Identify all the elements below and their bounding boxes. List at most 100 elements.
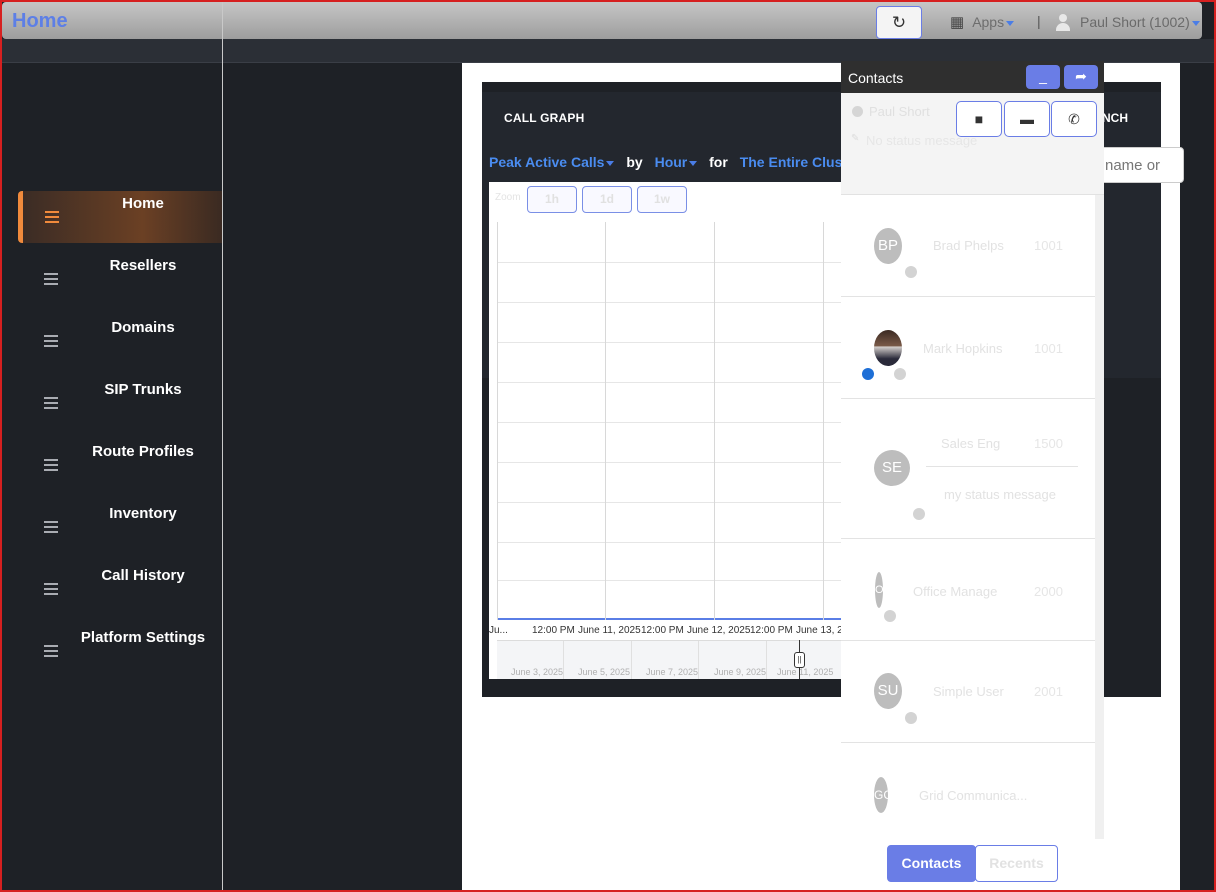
interval-select[interactable]: Hour <box>655 154 698 170</box>
contacts-footer: Contacts Recents <box>841 839 1104 890</box>
presence-dot <box>905 712 917 724</box>
navigator-label: June 3, 2025 <box>511 667 564 677</box>
list-item[interactable]: SE Sales Eng 1500 my status message <box>841 399 1095 539</box>
grid-line <box>497 382 841 383</box>
grid-line <box>497 342 841 343</box>
x-axis-label: 12:00 PM <box>750 625 793 636</box>
x-axis-label: June 11, 2025 <box>578 625 641 636</box>
menu-icon <box>44 583 58 595</box>
grid-line <box>497 502 841 503</box>
launch-label[interactable]: NCH <box>1102 111 1128 125</box>
user-menu[interactable]: Paul Short (1002) <box>1054 13 1200 31</box>
avatar <box>874 330 902 366</box>
search-input[interactable]: name or <box>1098 147 1184 183</box>
presence-dot <box>852 106 863 117</box>
for-label: for <box>709 154 728 170</box>
sidebar-item-platform-settings[interactable]: Platform Settings <box>18 625 222 677</box>
chat-button[interactable]: ▬ <box>1004 101 1050 137</box>
zoom-1d-button[interactable]: 1d <box>582 186 632 213</box>
presence-dot <box>894 368 906 380</box>
grid-line <box>714 222 715 620</box>
menu-icon <box>44 397 58 409</box>
navigator-label: June 7, 2025 <box>646 667 699 677</box>
list-item[interactable]: BP Brad Phelps 1001 <box>841 195 1095 297</box>
user-icon <box>1054 13 1072 31</box>
x-axis-label: 12:00 PM <box>532 625 575 636</box>
sidebar-item-home[interactable]: Home <box>18 191 222 243</box>
sidebar-item-label: Platform Settings <box>80 629 206 646</box>
sidebar-item-label: Home <box>122 195 164 212</box>
apps-label[interactable]: Apps <box>972 14 1015 30</box>
sidebar-item-route-profiles[interactable]: Route Profiles <box>18 439 222 491</box>
navigator-tick <box>698 641 699 679</box>
zoom-1w-button[interactable]: 1w <box>637 186 687 213</box>
user-label[interactable]: Paul Short (1002) <box>1080 14 1200 30</box>
presence-dot <box>862 368 874 380</box>
tab-recents[interactable]: Recents <box>975 845 1058 882</box>
call-graph-plot: Zoom 1h 1d 1w Ju... 12:00 PM June 11, 20… <box>489 182 841 679</box>
call-graph-title: CALL GRAPH <box>504 111 585 125</box>
sidebar-item-call-history[interactable]: Call History <box>18 563 222 615</box>
contact-name: Sales Eng <box>941 436 1001 451</box>
menu-icon <box>44 645 58 657</box>
sidebar-item-inventory[interactable]: Inventory <box>18 501 222 553</box>
navigator-tick <box>563 641 564 679</box>
navigator-tick <box>631 641 632 679</box>
sidebar-item-label: Domains <box>111 319 175 336</box>
menu-icon <box>45 211 59 223</box>
list-item[interactable]: GC Grid Communica... <box>841 743 1095 839</box>
metric-select[interactable]: Peak Active Calls <box>489 154 615 170</box>
chevron-down-icon <box>689 160 698 166</box>
contact-extension: 1001 <box>1034 341 1063 356</box>
menu-icon <box>44 273 58 285</box>
sidebar-item-sip-trunks[interactable]: SIP Trunks <box>18 377 222 429</box>
navigator-handle[interactable]: || <box>794 652 805 668</box>
x-axis-label: June 13, 20 <box>796 625 841 636</box>
minimize-button[interactable]: _ <box>1026 65 1060 89</box>
sub-bar <box>2 39 1214 63</box>
apps-menu[interactable]: ▦ Apps <box>950 13 1015 31</box>
grid-line <box>605 222 606 620</box>
contacts-scrollbar[interactable] <box>1095 195 1104 839</box>
contact-name: Grid Communica... <box>919 788 1028 803</box>
avatar: OM <box>875 572 893 608</box>
my-name: Paul Short <box>869 104 930 119</box>
my-presence: Paul Short ✎ No status message ■ ▬ ✆ ⇅ ↻ <box>841 93 1104 219</box>
contact-extension: 2000 <box>1034 584 1063 599</box>
grid-line <box>497 462 841 463</box>
tab-contacts[interactable]: Contacts <box>887 845 976 882</box>
navigator-tick <box>766 641 767 679</box>
list-item[interactable]: OM Office Manage 2000 <box>841 539 1095 641</box>
by-label: by <box>626 154 643 170</box>
video-icon: ■ <box>974 111 984 127</box>
menu-icon <box>44 335 58 347</box>
refresh-button[interactable]: ↻ <box>876 6 922 39</box>
divider <box>926 466 1078 467</box>
sidebar-item-resellers[interactable]: Resellers <box>18 253 222 305</box>
plot-area <box>497 222 841 620</box>
contact-name: Office Manage <box>913 584 998 599</box>
chevron-down-icon <box>1006 20 1015 26</box>
contact-name: Simple User <box>933 684 1004 699</box>
sidebar-item-label: Resellers <box>109 257 177 274</box>
zoom-1h-button[interactable]: 1h <box>527 186 577 213</box>
x-axis-label: Ju... <box>489 625 508 636</box>
avatar: GC <box>874 777 892 813</box>
grid-line <box>497 262 841 263</box>
sidebar-item-domains[interactable]: Domains <box>18 315 222 367</box>
range-navigator[interactable]: June 3, 2025 June 5, 2025 June 7, 2025 J… <box>497 640 841 679</box>
presence-dot <box>884 610 896 622</box>
contact-name: Mark Hopkins <box>923 341 1003 356</box>
top-bar: Home ↻ ▦ Apps | Paul Short (1002) <box>2 2 1202 39</box>
list-item[interactable]: Mark Hopkins 1001 <box>841 297 1095 399</box>
navigator-label: June 5, 2025 <box>578 667 631 677</box>
contact-status-message: my status message <box>944 487 1056 502</box>
chevron-down-icon <box>606 160 615 166</box>
refresh-icon: ↻ <box>891 12 907 32</box>
video-call-button[interactable]: ■ <box>956 101 1002 137</box>
x-axis-label: June 12, 2025 <box>687 625 751 636</box>
popout-button[interactable]: ➦ <box>1064 65 1098 89</box>
contact-extension: 1500 <box>1034 436 1063 451</box>
list-item[interactable]: SU Simple User 2001 <box>841 641 1095 743</box>
call-button[interactable]: ✆ <box>1051 101 1097 137</box>
